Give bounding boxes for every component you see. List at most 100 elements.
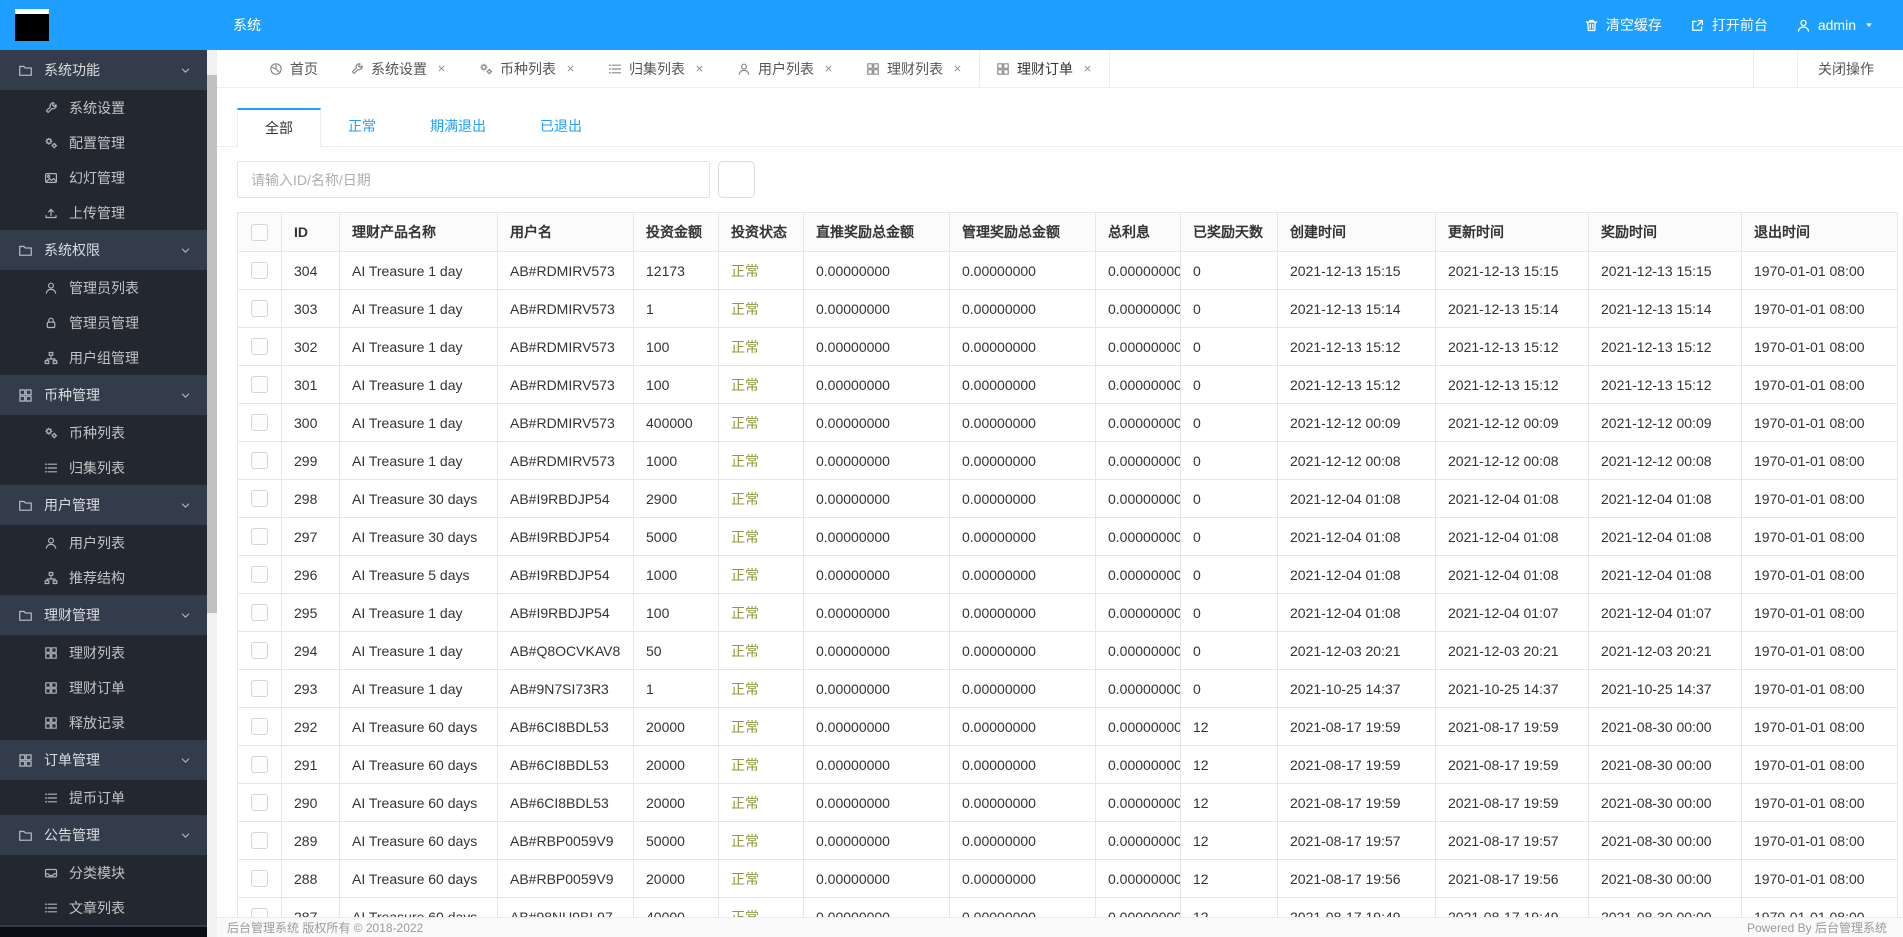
close-icon[interactable] (694, 63, 705, 74)
sidebar-group-7[interactable]: 公告管理 (0, 815, 207, 855)
sidebar-item[interactable]: 幻灯管理 (0, 160, 207, 195)
search-input[interactable] (237, 161, 710, 198)
row-checkbox[interactable] (251, 718, 268, 736)
cell: 正常 (718, 403, 804, 442)
search-button[interactable] (718, 161, 755, 198)
filter-tab-1[interactable]: 全部 (237, 108, 321, 147)
row-checkbox[interactable] (251, 338, 268, 356)
tab-1[interactable]: 首页 (253, 50, 334, 87)
header-checkbox-cell (237, 212, 282, 252)
sidebar-item[interactable]: 推荐结构 (0, 560, 207, 595)
cell: 0.00000000 (1095, 251, 1181, 290)
close-icon[interactable] (823, 63, 834, 74)
row-checkbox[interactable] (251, 794, 268, 812)
list-icon (44, 901, 58, 915)
sidebar-group-5[interactable]: 理财管理 (0, 595, 207, 635)
row-checkbox[interactable] (251, 566, 268, 584)
sidebar-item[interactable]: 系统设置 (0, 90, 207, 125)
sidebar-item[interactable]: 用户组管理 (0, 340, 207, 375)
sidebar-item[interactable]: 文章列表 (0, 890, 207, 925)
topbar-system-menu[interactable]: 系统 (207, 0, 279, 50)
cell: AB#RDMIRV573 (497, 251, 634, 290)
row-checkbox[interactable] (251, 604, 268, 622)
filter-tab-4[interactable]: 已退出 (513, 107, 609, 146)
sidebar-item[interactable]: 币种列表 (0, 415, 207, 450)
sidebar-scrollbar[interactable] (207, 50, 217, 937)
row-checkbox[interactable] (251, 832, 268, 850)
filter-tab-2[interactable]: 正常 (321, 107, 403, 146)
cell: 1970-01-01 08:00 (1741, 289, 1898, 328)
cogs-icon (44, 136, 58, 150)
topbar-action-1[interactable]: 清空缓存 (1570, 0, 1676, 50)
sidebar-item[interactable]: 提币订单 (0, 780, 207, 815)
sidebar-item[interactable]: 管理员列表 (0, 270, 207, 305)
sidebar-item[interactable]: 配置管理 (0, 125, 207, 160)
scroll-down-icon[interactable] (207, 923, 217, 935)
sidebar-group-1[interactable]: 系统功能 (0, 50, 207, 90)
sidebar-group-3[interactable]: 币种管理 (0, 375, 207, 415)
sidebar-item-label: 幻灯管理 (69, 169, 125, 186)
sidebar-group-6[interactable]: 订单管理 (0, 740, 207, 780)
sidebar-item[interactable]: 分类模块 (0, 855, 207, 890)
tabs-scroll-left-button[interactable] (217, 50, 253, 87)
row-checkbox[interactable] (251, 528, 268, 546)
cell: 0.00000000 (803, 403, 950, 442)
close-icon[interactable] (565, 63, 576, 74)
sidebar-item[interactable]: 上传管理 (0, 195, 207, 230)
sidebar-item-label: 理财列表 (69, 644, 125, 661)
sidebar-item[interactable]: 理财订单 (0, 670, 207, 705)
cell: 正常 (718, 631, 804, 670)
sidebar-group-2[interactable]: 系统权限 (0, 230, 207, 270)
close-icon[interactable] (436, 63, 447, 74)
scrollbar-thumb[interactable] (207, 75, 217, 613)
user-icon (44, 281, 58, 295)
row-checkbox[interactable] (251, 680, 268, 698)
close-icon[interactable] (1082, 63, 1093, 74)
sidebar-item[interactable]: 理财列表 (0, 635, 207, 670)
sidebar-item[interactable]: 释放记录 (0, 705, 207, 740)
tab-4[interactable]: 归集列表 (592, 50, 721, 87)
sidebar-item[interactable]: 用户列表 (0, 525, 207, 560)
row-checkbox[interactable] (251, 756, 268, 774)
cell: 正常 (718, 859, 804, 898)
row-checkbox[interactable] (251, 452, 268, 470)
row-checkbox[interactable] (251, 642, 268, 660)
cell: 400000 (633, 403, 719, 442)
sidebar-item-label: 上传管理 (69, 204, 125, 221)
tab-3[interactable]: 币种列表 (463, 50, 592, 87)
sidebar-group-4[interactable]: 用户管理 (0, 485, 207, 525)
filter-tab-3[interactable]: 期满退出 (403, 107, 513, 146)
row-checkbox[interactable] (251, 490, 268, 508)
cell: 295 (281, 593, 340, 632)
cell: 1000 (633, 441, 719, 480)
cell: AI Treasure 60 days (339, 859, 498, 898)
row-checkbox[interactable] (251, 376, 268, 394)
tabs-scroll-right-button[interactable] (1753, 50, 1797, 87)
row-checkbox[interactable] (251, 870, 268, 888)
tab-5[interactable]: 用户列表 (721, 50, 850, 87)
close-operations-menu[interactable]: 关闭操作 (1797, 50, 1903, 87)
scroll-up-icon[interactable] (207, 52, 217, 64)
topbar-action-2[interactable]: 打开前台 (1676, 0, 1782, 50)
topbar-action-3[interactable]: admin (1782, 0, 1889, 50)
sidebar-item[interactable]: 归集列表 (0, 450, 207, 485)
tab-6[interactable]: 理财列表 (850, 50, 979, 87)
sidebar-group-label: 币种管理 (44, 387, 100, 403)
cell: 1970-01-01 08:00 (1741, 517, 1898, 556)
sidebar-group-label: 订单管理 (44, 752, 100, 768)
row-checkbox[interactable] (251, 414, 268, 432)
tab-2[interactable]: 系统设置 (334, 50, 463, 87)
cell: 0.00000000 (803, 897, 950, 917)
sidebar-item[interactable]: 管理员管理 (0, 305, 207, 340)
row-checkbox[interactable] (251, 262, 268, 280)
cell: 2021-12-03 20:21 (1588, 631, 1742, 670)
cell: 0.00000000 (1095, 783, 1181, 822)
row-checkbox[interactable] (251, 908, 268, 917)
row-checkbox[interactable] (251, 300, 268, 318)
cell: 1970-01-01 08:00 (1741, 441, 1898, 480)
tab-7[interactable]: 理财订单 (979, 50, 1110, 87)
cell: 2021-12-12 00:09 (1435, 403, 1589, 442)
select-all-checkbox[interactable] (251, 223, 268, 241)
close-icon[interactable] (952, 63, 963, 74)
sidebar-group-8[interactable]: 客服服务 (0, 925, 207, 937)
